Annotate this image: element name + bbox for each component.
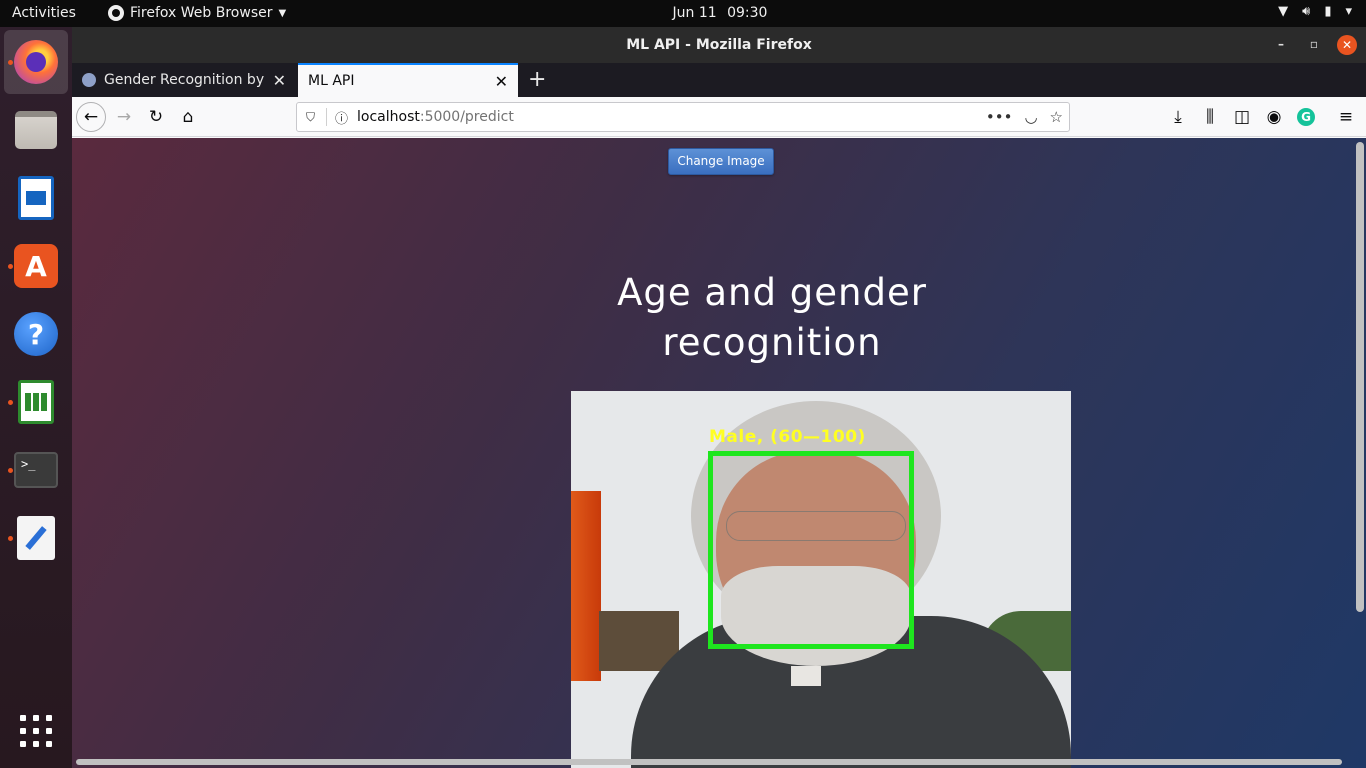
wifi-icon: ▼ — [1278, 4, 1289, 19]
prediction-label: Male, (60—100) — [709, 427, 866, 447]
navigation-toolbar: ← → ↻ ⌂ ⛉ ⓘ localhost:5000/predict ••• ◡… — [72, 97, 1366, 137]
tab-ml-api[interactable]: ML API ✕ — [298, 63, 518, 97]
running-indicator — [8, 468, 13, 473]
calc-icon — [18, 380, 54, 424]
dock-files[interactable] — [4, 98, 68, 162]
dock-libreoffice-calc[interactable] — [4, 370, 68, 434]
system-tray[interactable]: ▼ 🔊︎ ▮ ▾ — [1278, 4, 1352, 19]
window-titlebar[interactable]: ML API - Mozilla Firefox – ▫ ✕ — [72, 27, 1366, 63]
forward-button[interactable]: → — [112, 105, 136, 129]
grammarly-icon: G — [1297, 108, 1315, 126]
prediction-image: Male, (60—100) — [571, 391, 1071, 768]
dock-terminal[interactable]: >_ — [4, 438, 68, 502]
volume-icon: 🔊︎ — [1302, 4, 1311, 19]
close-tab-icon[interactable]: ✕ — [273, 71, 286, 90]
tab-gender-recognition[interactable]: Gender Recognition by V ✕ — [72, 63, 296, 97]
urlbar-separator — [326, 108, 327, 126]
show-applications-button[interactable] — [20, 715, 52, 747]
heading-line-2: recognition — [662, 321, 882, 364]
hamburger-menu-icon[interactable]: ≡ — [1334, 105, 1358, 129]
running-indicator — [8, 400, 13, 405]
chevron-down-icon: ▾ — [1345, 4, 1352, 19]
battery-icon: ▮ — [1324, 4, 1332, 19]
page-content: Change Image Age and gender recognition … — [72, 138, 1366, 768]
url-host: localhost — [357, 109, 420, 125]
clock[interactable]: Jun 11 09:30 — [0, 5, 1366, 21]
library-icon[interactable]: ⫼ — [1198, 105, 1222, 129]
window-title: ML API - Mozilla Firefox — [626, 37, 812, 53]
pocket-icon[interactable]: ◡ — [1024, 108, 1037, 126]
running-indicator — [8, 60, 13, 65]
horizontal-scrollbar[interactable] — [76, 759, 1342, 765]
tab-label: Gender Recognition by V — [104, 72, 267, 88]
new-tab-button[interactable]: + — [528, 67, 546, 92]
clock-date: Jun 11 — [672, 5, 717, 21]
home-button[interactable]: ⌂ — [176, 105, 200, 129]
firefox-window: ML API - Mozilla Firefox – ▫ ✕ Gender Re… — [72, 27, 1366, 768]
account-icon[interactable]: ◉ — [1262, 105, 1286, 129]
terminal-icon: >_ — [14, 452, 58, 488]
url-path: :5000/predict — [419, 109, 514, 125]
back-button[interactable]: ← — [76, 102, 106, 132]
dock: A ? >_ — [0, 27, 72, 768]
maximize-button[interactable]: ▫ — [1310, 37, 1318, 51]
reload-button[interactable]: ↻ — [144, 105, 168, 129]
writer-icon — [18, 176, 54, 220]
photo-collar — [791, 666, 821, 686]
page-actions-icon[interactable]: ••• — [986, 108, 1013, 126]
dock-help[interactable]: ? — [4, 302, 68, 366]
gnome-top-bar: Activities Firefox Web Browser ▼ Jun 11 … — [0, 0, 1366, 27]
clock-time: 09:30 — [727, 5, 768, 21]
url-bar[interactable]: ⛉ ⓘ localhost:5000/predict ••• ◡ ☆ — [296, 102, 1070, 132]
grammarly-extension[interactable]: G — [1294, 105, 1318, 129]
sidebar-icon[interactable]: ◫ — [1230, 105, 1254, 129]
help-icon: ? — [14, 312, 58, 356]
running-indicator — [8, 264, 13, 269]
firefox-icon — [14, 40, 58, 84]
tab-strip: Gender Recognition by V ✕ ML API ✕ + — [72, 63, 1366, 97]
close-window-button[interactable]: ✕ — [1337, 35, 1357, 55]
dock-libreoffice-writer[interactable] — [4, 166, 68, 230]
page-heading: Age and gender recognition — [572, 268, 972, 368]
tracking-protection-icon[interactable]: ⛉ — [306, 110, 318, 125]
minimize-button[interactable]: – — [1278, 37, 1284, 51]
downloads-icon[interactable]: ⤓ — [1166, 105, 1190, 129]
site-info-icon[interactable]: ⓘ — [335, 108, 348, 127]
dock-text-editor[interactable] — [4, 506, 68, 570]
tab-label: ML API — [308, 73, 355, 89]
ubuntu-software-icon: A — [14, 244, 58, 288]
tab-favicon-icon — [82, 73, 96, 87]
vertical-scrollbar[interactable] — [1356, 142, 1364, 612]
face-bounding-box — [708, 451, 914, 649]
text-editor-icon — [17, 516, 55, 560]
running-indicator — [8, 536, 13, 541]
change-image-button[interactable]: Change Image — [668, 148, 774, 175]
dock-firefox[interactable] — [4, 30, 68, 94]
close-tab-icon[interactable]: ✕ — [495, 72, 508, 91]
dock-ubuntu-software[interactable]: A — [4, 234, 68, 298]
heading-line-1: Age and gender — [617, 271, 927, 314]
photo-flag — [571, 491, 601, 681]
files-icon — [15, 111, 57, 149]
bookmark-star-icon[interactable]: ☆ — [1050, 108, 1063, 126]
